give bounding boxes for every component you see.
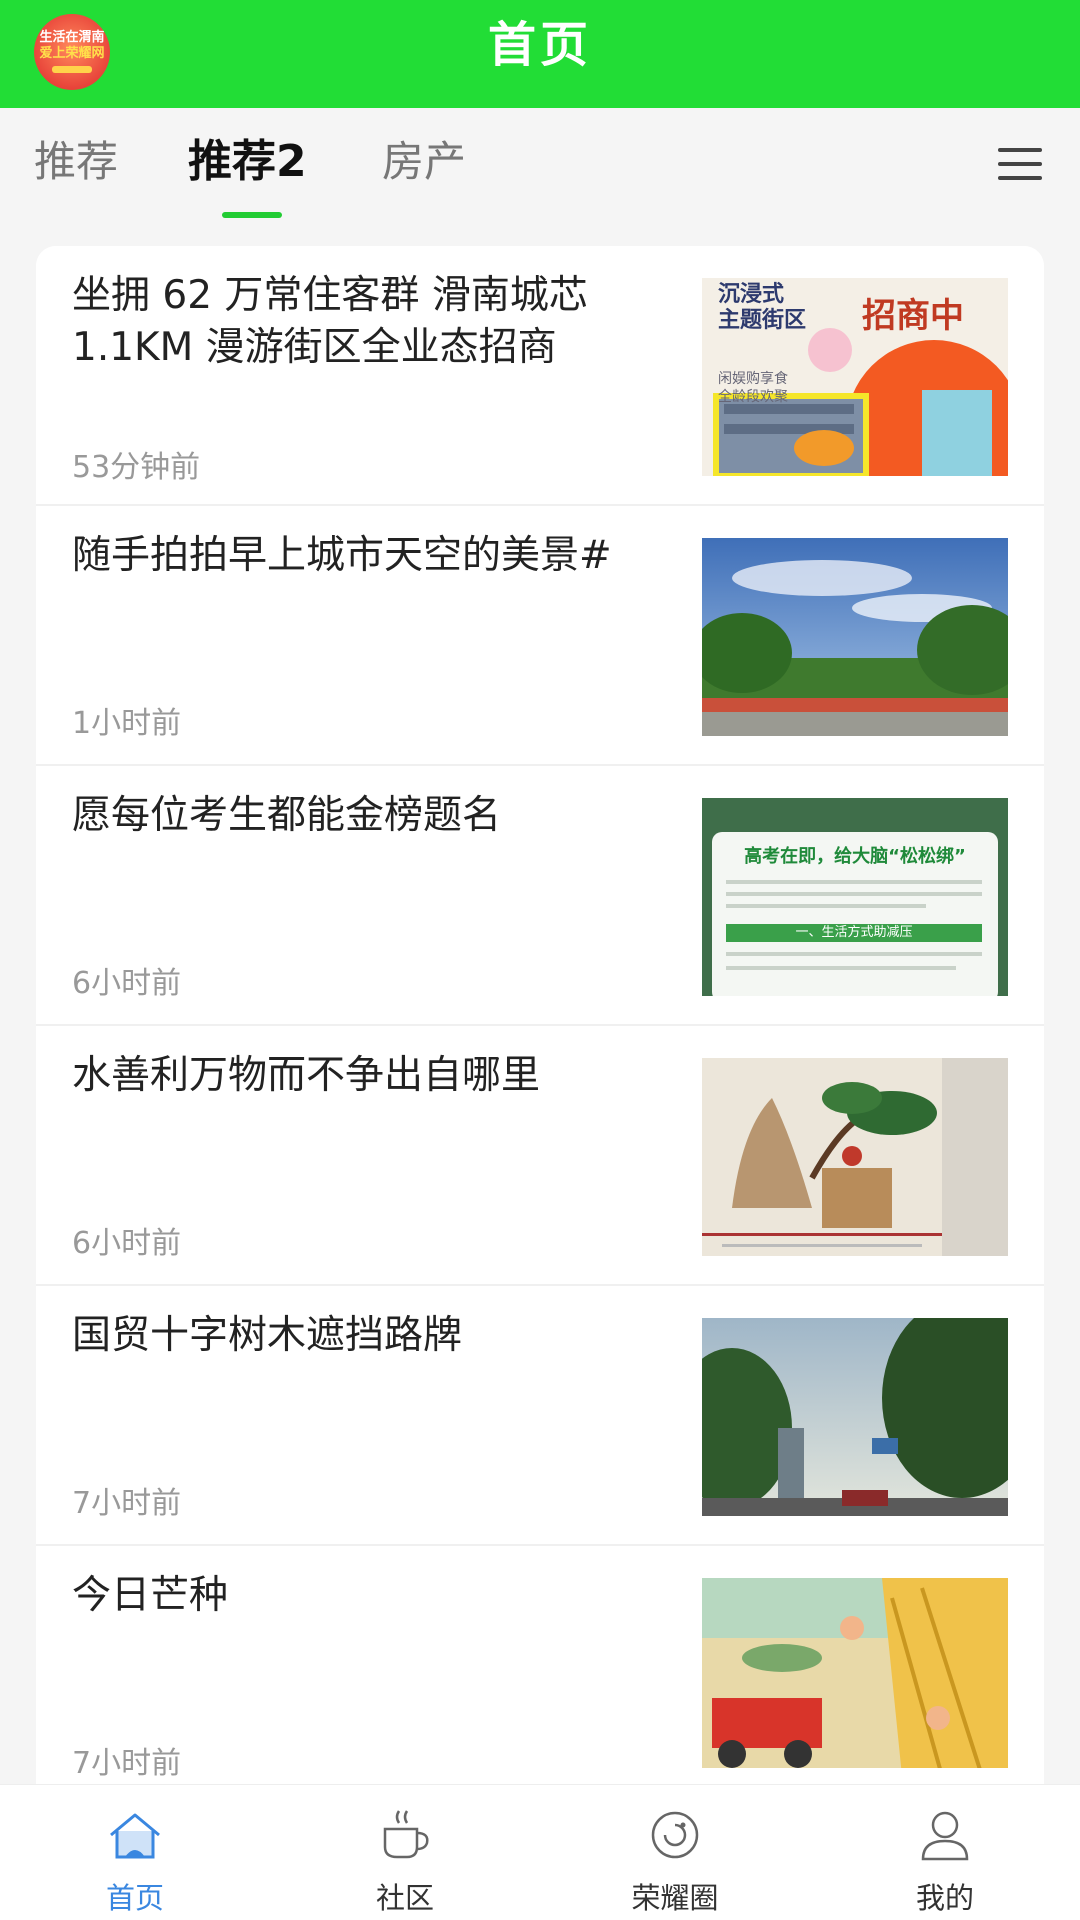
- feed-item[interactable]: 愿每位考生都能金榜题名 6小时前 高考在即，给大脑“松松绑” 一、生活方式助减压: [36, 766, 1044, 1026]
- tab-real-estate[interactable]: 房产: [382, 132, 466, 192]
- active-tab-indicator: [222, 212, 282, 218]
- feed-item-time: 6小时前: [72, 966, 182, 1001]
- thumbnail-text: 高考在即，给大脑“松松绑”: [744, 846, 966, 867]
- thumbnail-text: 招商中: [862, 296, 964, 336]
- feed-item-thumbnail: [702, 1578, 1008, 1768]
- nav-profile-label: 我的: [915, 1881, 974, 1915]
- feed-item-time: 1小时前: [72, 706, 182, 741]
- top-header: 生活在渭南 爱上荣耀网 首页: [0, 0, 1080, 108]
- feed-item-title: 愿每位考生都能金榜题名: [72, 793, 502, 838]
- user-icon: [921, 1811, 969, 1861]
- thumbnail-text: 全龄段欢聚: [718, 389, 788, 405]
- feed-item-title: 水善利万物而不争出自哪里: [72, 1053, 541, 1098]
- feed-item-time: 6小时前: [72, 1226, 182, 1261]
- feed-item-time: 7小时前: [72, 1746, 182, 1781]
- thumbnail-text: 主题街区: [718, 308, 807, 333]
- nav-community-label: 社区: [375, 1881, 434, 1915]
- news-feed: 坐拥 62 万常住客群 滑南城芯 1.1KM 漫游街区全业态招商 53分钟前 沉…: [36, 246, 1044, 1786]
- feed-item-time: 53分钟前: [72, 450, 201, 485]
- app-screen: 生活在渭南 爱上荣耀网 首页 推荐 推荐2 房产 坐拥 62 万常住客群 滑南城…: [0, 0, 1080, 1920]
- feed-item-thumbnail: [702, 1318, 1008, 1516]
- feed-item-title: 国贸十字树木遮挡路牌: [72, 1313, 463, 1358]
- feed-item-title: 坐拥 62 万常住客群 滑南城芯 1.1KM 漫游街区全业态招商: [72, 273, 588, 370]
- feed-item[interactable]: 国贸十字树木遮挡路牌 7小时前: [36, 1286, 1044, 1546]
- tab-recommend-2[interactable]: 推荐2: [188, 132, 307, 192]
- home-icon: [110, 1813, 160, 1859]
- feed-item-title: 随手拍拍早上城市天空的美景#: [72, 533, 612, 578]
- feed-item-thumbnail: 高考在即，给大脑“松松绑” 一、生活方式助减压: [702, 798, 1008, 996]
- feed-item[interactable]: 今日芒种 7小时前: [36, 1546, 1044, 1786]
- nav-home[interactable]: 首页: [0, 1785, 270, 1920]
- page-title: 首页: [487, 17, 592, 73]
- category-tabs: 推荐 推荐2 房产: [0, 108, 1080, 226]
- feed-item-title: 今日芒种: [72, 1573, 229, 1618]
- tab-recommend[interactable]: 推荐: [34, 132, 118, 192]
- feed-item[interactable]: 水善利万物而不争出自哪里 6小时前: [36, 1026, 1044, 1286]
- thumbnail-text: 一、生活方式助减压: [726, 924, 982, 942]
- feed-item-thumbnail: [702, 1058, 1008, 1256]
- nav-honor-circle-label: 荣耀圈: [631, 1881, 719, 1915]
- nav-community[interactable]: 社区: [270, 1785, 540, 1920]
- nav-home-label: 首页: [105, 1881, 164, 1915]
- feed-item-thumbnail: 沉浸式 主题街区 招商中 闲娱购享食 全龄段欢聚: [702, 278, 1008, 476]
- feed-item-time: 7小时前: [72, 1486, 182, 1521]
- feed-item[interactable]: 坐拥 62 万常住客群 滑南城芯 1.1KM 漫游街区全业态招商 53分钟前 沉…: [36, 246, 1044, 506]
- circle-icon: [651, 1811, 699, 1859]
- thumbnail-text: 闲娱购享食: [718, 371, 788, 387]
- coffee-cup-icon: [383, 1810, 429, 1859]
- menu-icon[interactable]: [996, 144, 1044, 184]
- feed-item[interactable]: 随手拍拍早上城市天空的美景# 1小时前: [36, 506, 1044, 766]
- bottom-navigation: 首页 社区 荣耀圈 我的: [0, 1784, 1080, 1920]
- nav-honor-circle[interactable]: 荣耀圈: [540, 1785, 810, 1920]
- nav-profile[interactable]: 我的: [810, 1785, 1080, 1920]
- feed-item-thumbnail: [702, 538, 1008, 736]
